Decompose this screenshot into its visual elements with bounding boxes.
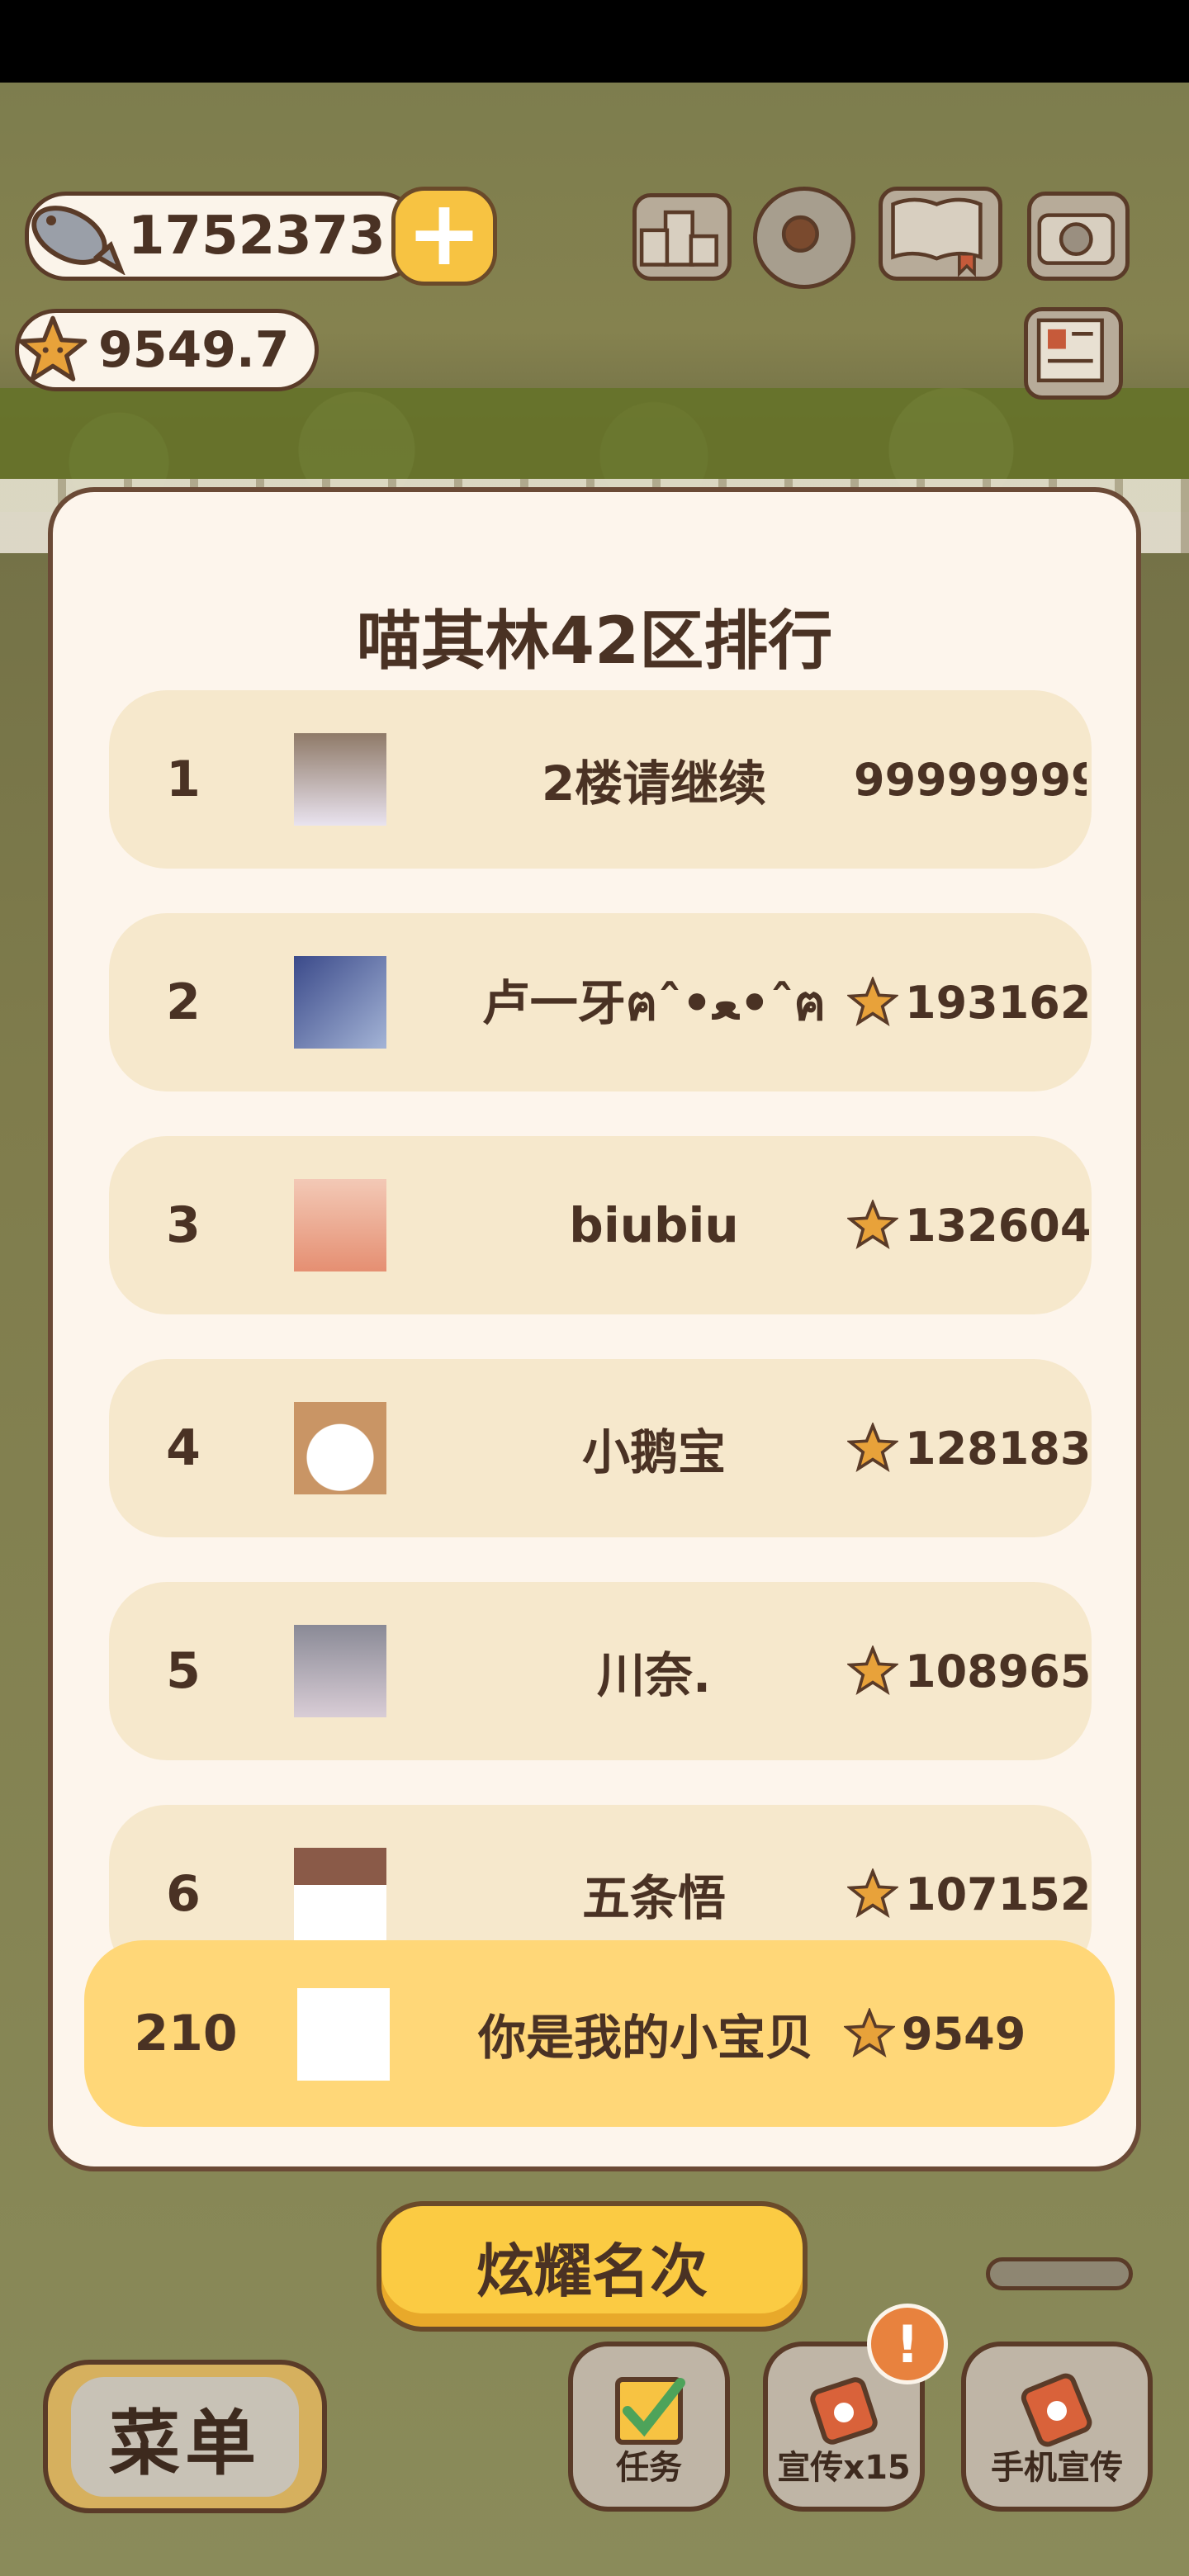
leaderboard-row[interactable]: 1 2楼请继续 99999999	[109, 690, 1092, 869]
row-name: biubiu	[569, 1197, 739, 1253]
row-score: 132604	[847, 1200, 1091, 1252]
row-rank: 5	[166, 1642, 201, 1700]
add-fish-button[interactable]: +	[391, 187, 497, 286]
promo-icon	[810, 2377, 878, 2445]
settings-button[interactable]	[753, 187, 855, 289]
row-rank: 1	[166, 751, 201, 808]
star-icon	[847, 977, 898, 1027]
status-bar	[0, 0, 1189, 83]
menu-button[interactable]: 菜单	[43, 2360, 327, 2513]
avatar	[294, 1179, 386, 1271]
row-name: 川奈.	[596, 1647, 712, 1703]
task-icon	[615, 2377, 685, 2445]
row-score: 99999999	[847, 754, 1087, 806]
book-icon	[891, 197, 983, 277]
my-name: 你是我的小宝贝	[477, 2010, 813, 2066]
camera-icon	[1037, 213, 1116, 265]
phone-promo-button[interactable]: 手机宣传	[961, 2342, 1153, 2512]
row-score: 108965	[847, 1646, 1091, 1698]
leaderboard-row[interactable]: 5 川奈. 108965	[109, 1582, 1092, 1760]
leaderboard-row[interactable]: 2 卢一牙ฅˆ•ﻌ•ˆฅ 193162	[109, 913, 1092, 1091]
star-icon	[847, 1200, 898, 1250]
row-score: 107152	[847, 1868, 1091, 1920]
leaderboard-row[interactable]: 3 biubiu 132604	[109, 1136, 1092, 1314]
ranking-icon	[639, 210, 718, 267]
row-rank: 3	[166, 1196, 201, 1254]
fish-count: 1752373	[128, 206, 386, 267]
leaderboard-row[interactable]: 4 小鹅宝 128183	[109, 1359, 1092, 1537]
gear-icon	[781, 215, 819, 253]
row-rank: 6	[166, 1865, 201, 1923]
my-rank-row[interactable]: 210 你是我的小宝贝 9549	[84, 1940, 1115, 2127]
fish-icon	[31, 206, 126, 275]
row-name: 卢一牙ฅˆ•ﻌ•ˆฅ	[481, 974, 827, 1031]
leaderboard-panel: 喵其林42区排行 1 2楼请继续 99999999 2 卢一牙ฅˆ•ﻌ•ˆฅ 1…	[48, 487, 1141, 2171]
menu-label: 菜单	[71, 2376, 299, 2497]
avatar	[294, 1402, 386, 1494]
plus-icon: +	[405, 180, 483, 286]
my-score: 9549	[844, 2008, 1026, 2060]
ranking-button[interactable]	[632, 193, 732, 281]
panel-title: 喵其林42区排行	[356, 604, 833, 679]
newspaper-button[interactable]	[1024, 307, 1123, 400]
phone-icon	[1021, 2373, 1092, 2447]
camera-button[interactable]	[1027, 192, 1130, 281]
avatar	[294, 1625, 386, 1717]
row-score: 193162	[847, 977, 1091, 1029]
alert-badge: !	[867, 2304, 948, 2384]
show-off-rank-button[interactable]: 炫耀名次	[377, 2201, 808, 2332]
row-rank: 4	[166, 1419, 201, 1477]
phone-promo-label: 手机宣传	[991, 2449, 1123, 2487]
row-name: 2楼请继续	[541, 755, 767, 812]
avatar	[294, 956, 386, 1049]
newspaper-icon	[1036, 318, 1104, 383]
row-rank: 2	[166, 973, 201, 1031]
avatar	[294, 1848, 386, 1940]
avatar	[294, 733, 386, 826]
star-icon	[847, 1646, 898, 1696]
star-icon	[18, 315, 88, 381]
promo-label: 宣传x15	[777, 2449, 911, 2487]
avatar	[297, 1988, 390, 2081]
my-rank: 210	[134, 2005, 238, 2062]
cookbook-button[interactable]	[879, 187, 1002, 281]
task-label: 任务	[616, 2449, 682, 2487]
star-count: 9549.7	[98, 321, 290, 379]
scroll-handle[interactable]	[986, 2257, 1133, 2290]
star-icon	[844, 2008, 895, 2058]
star-icon	[847, 1423, 898, 1473]
star-icon	[847, 1868, 898, 1919]
task-button[interactable]: 任务	[568, 2342, 730, 2512]
row-name: 五条悟	[581, 1870, 726, 1926]
row-score: 128183	[847, 1423, 1091, 1475]
row-name: 小鹅宝	[581, 1424, 726, 1480]
